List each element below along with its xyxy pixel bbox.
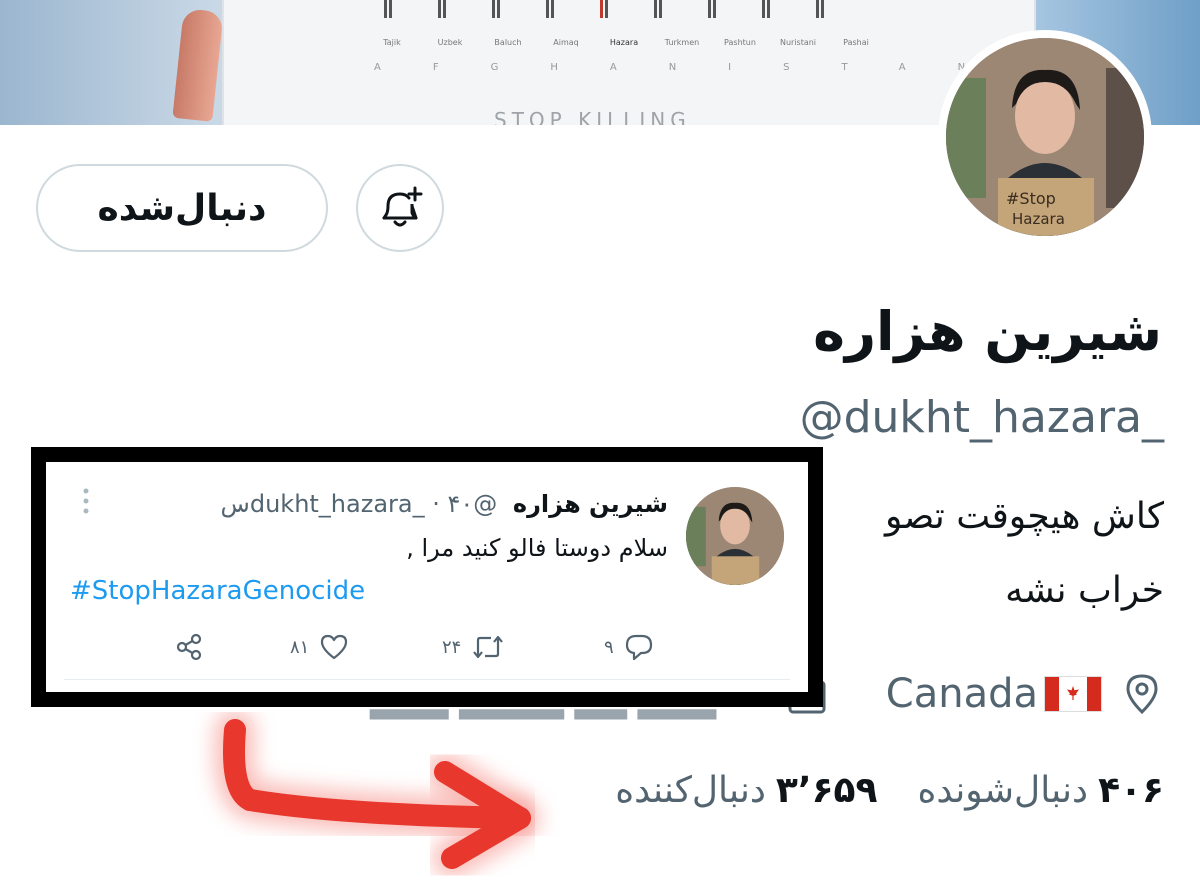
tweet-avatar[interactable] (686, 487, 784, 585)
notifications-button[interactable] (356, 164, 444, 252)
like-action[interactable]: ۸۱ (290, 632, 349, 662)
share-icon (176, 633, 202, 661)
banner-stop-text: STOP KILLING (494, 108, 691, 125)
retweet-icon (473, 635, 504, 659)
tweet-author-handle: @dukht_hazara_ · ۴۰س (220, 490, 498, 518)
banner-labels: Tajik Uzbek Baluch Aimaq Hazara Turkmen … (383, 38, 869, 47)
tweet-avatar-portrait (686, 487, 784, 585)
heart-icon (321, 634, 348, 660)
reply-icon (625, 634, 652, 661)
following-stat[interactable]: ۴۰۶دنبال‌شونده (918, 770, 1165, 811)
tweet-header: شیرین هزاره @dukht_hazara_ · ۴۰س (221, 490, 668, 518)
profile-avatar[interactable]: #Stop Hazara (938, 30, 1152, 244)
reply-count: ۹ (604, 636, 614, 658)
location-pin-icon (1126, 674, 1158, 715)
svg-text:Hazara: Hazara (1012, 210, 1065, 228)
svg-text:#Stop: #Stop (1006, 189, 1056, 208)
profile-bio-line1: کاش هیچوقت تصو (884, 496, 1164, 537)
avatar-portrait: #Stop Hazara (946, 38, 1144, 236)
like-count: ۸۱ (290, 636, 310, 658)
retweet-count: ۲۴ (442, 636, 462, 658)
avatar-photo: #Stop Hazara (946, 38, 1144, 236)
profile-stats: ۴۰۶دنبال‌شونده ۳٬۶۵۹دنبال‌کننده (615, 770, 1164, 811)
banner-bars (384, 0, 824, 18)
banner-sign: Tajik Uzbek Baluch Aimaq Hazara Turkmen … (222, 0, 1036, 125)
profile-meta: Canada (886, 666, 1164, 722)
share-action[interactable] (174, 632, 204, 662)
more-options-icon[interactable] (82, 488, 90, 518)
location-text: Canada (886, 671, 1102, 717)
profile-handle: @dukht_hazara_ (799, 392, 1164, 443)
red-arrow-annotation (214, 710, 540, 878)
tweet-text: سلام دوستا فالو کنید مرا , (406, 534, 668, 562)
bell-plus-icon (382, 186, 423, 227)
tweet-card[interactable]: شیرین هزاره @dukht_hazara_ · ۴۰س سلام دو… (31, 447, 823, 707)
following-button[interactable]: دنبال‌شده (36, 164, 328, 252)
tweet-divider (64, 679, 790, 680)
canada-flag-icon (1044, 676, 1102, 712)
tweet-hashtag[interactable]: #StopHazaraGenocide (70, 576, 365, 606)
followers-stat[interactable]: ۳٬۶۵۹دنبال‌کننده (615, 770, 877, 811)
reply-action[interactable]: ۹ (604, 632, 654, 662)
profile-bio-line2: خراب نشه (1005, 570, 1164, 611)
banner-hand (172, 8, 224, 122)
profile-name: شیرین هزاره (813, 300, 1162, 363)
tweet-author-name[interactable]: شیرین هزاره (513, 490, 668, 518)
retweet-action[interactable]: ۲۴ (442, 632, 505, 662)
banner-country-letters: AFGHANISTAN (374, 62, 1018, 73)
tweet-actions: ۸۱ ۲۴ ۹ (46, 632, 808, 672)
